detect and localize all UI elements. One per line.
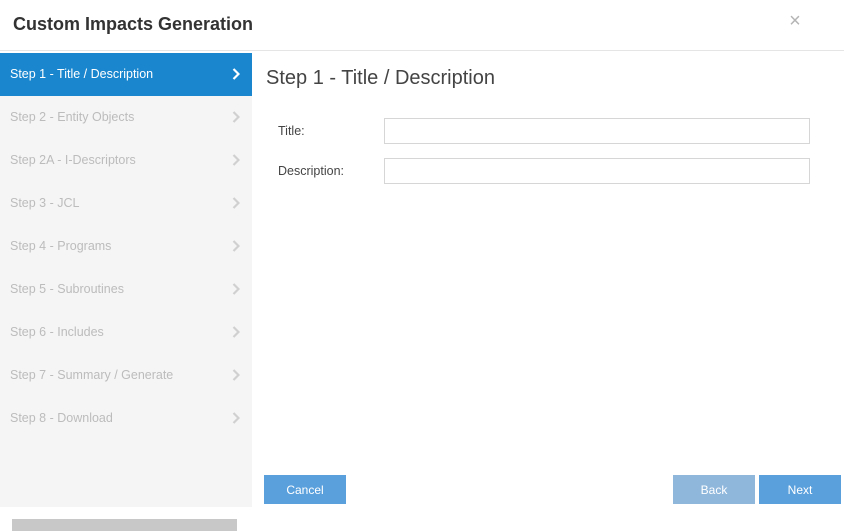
step-label: Step 2A - I-Descriptors xyxy=(10,153,136,167)
step-label: Step 3 - JCL xyxy=(10,196,80,210)
back-button[interactable]: Back xyxy=(673,475,755,504)
step-8-download[interactable]: Step 8 - Download xyxy=(0,397,252,440)
dialog-header: Custom Impacts Generation × xyxy=(0,0,844,51)
description-input[interactable] xyxy=(384,158,810,184)
step-label: Step 5 - Subroutines xyxy=(10,282,124,296)
step-label: Step 7 - Summary / Generate xyxy=(10,368,174,382)
step-3-jcl[interactable]: Step 3 - JCL xyxy=(0,182,252,225)
chevron-right-icon xyxy=(232,354,242,397)
chevron-right-icon xyxy=(232,139,242,182)
cancel-button[interactable]: Cancel xyxy=(264,475,346,504)
step-2-entity-objects[interactable]: Step 2 - Entity Objects xyxy=(0,96,252,139)
step-2a-i-descriptors[interactable]: Step 2A - I-Descriptors xyxy=(0,139,252,182)
step-content: Step 1 - Title / Description Title: Desc… xyxy=(252,53,844,507)
step-label: Step 8 - Download xyxy=(10,411,113,425)
step-7-summary-generate[interactable]: Step 7 - Summary / Generate xyxy=(0,354,252,397)
sidebar-scrollbar[interactable] xyxy=(12,519,237,531)
chevron-right-icon xyxy=(232,397,242,440)
step-label: Step 2 - Entity Objects xyxy=(10,110,135,124)
custom-impacts-dialog: Custom Impacts Generation × Step 1 - Tit… xyxy=(0,0,844,531)
title-label: Title: xyxy=(278,124,305,138)
step-4-programs[interactable]: Step 4 - Programs xyxy=(0,225,252,268)
chevron-right-icon xyxy=(232,268,242,311)
steps-sidebar: Step 1 - Title / Description Step 2 - En… xyxy=(0,53,252,531)
chevron-right-icon xyxy=(232,182,242,225)
step-label: Step 4 - Programs xyxy=(10,239,112,253)
step-label: Step 6 - Includes xyxy=(10,325,104,339)
step-1-title-description[interactable]: Step 1 - Title / Description xyxy=(0,53,252,96)
step-6-includes[interactable]: Step 6 - Includes xyxy=(0,311,252,354)
step-5-subroutines[interactable]: Step 5 - Subroutines xyxy=(0,268,252,311)
content-title: Step 1 - Title / Description xyxy=(266,67,495,89)
step-label: Step 1 - Title / Description xyxy=(10,67,154,81)
chevron-right-icon xyxy=(232,225,242,268)
dialog-title: Custom Impacts Generation xyxy=(13,14,254,34)
next-button[interactable]: Next xyxy=(759,475,841,504)
description-label: Description: xyxy=(278,164,344,178)
chevron-right-icon xyxy=(232,53,242,96)
title-input[interactable] xyxy=(384,118,810,144)
chevron-right-icon xyxy=(232,96,242,139)
chevron-right-icon xyxy=(232,311,242,354)
close-icon[interactable]: × xyxy=(786,10,804,32)
